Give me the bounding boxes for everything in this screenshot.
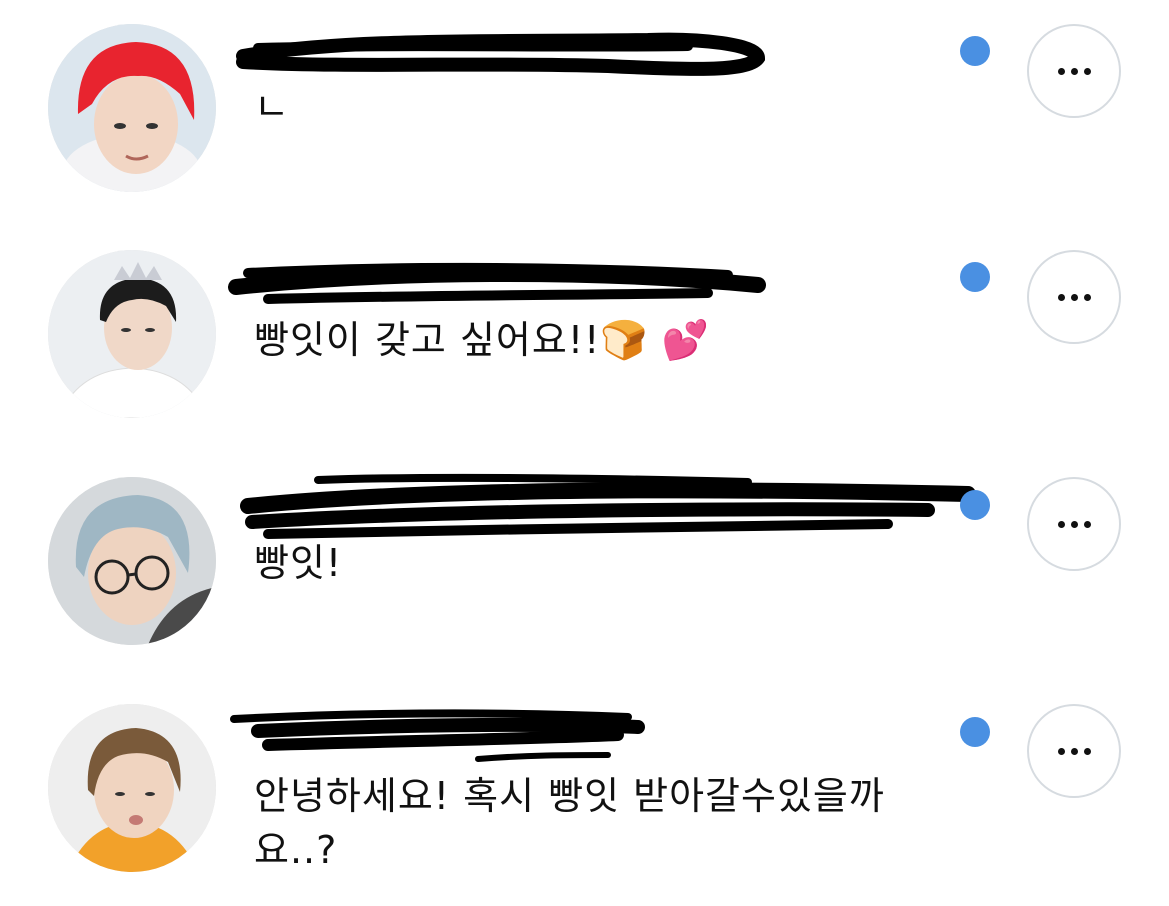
avatar-image (48, 24, 216, 192)
message-preview: 안녕하세요! 혹시 빵잇 받아갈수있을까 요..? (254, 774, 885, 872)
avatar-image (48, 704, 216, 872)
redacted-username (228, 18, 768, 78)
redacted-username (228, 705, 658, 765)
message-preview: ㄴ (254, 85, 290, 129)
unread-dot-icon (960, 262, 990, 292)
unread-dot-icon (960, 717, 990, 747)
avatar[interactable] (48, 24, 216, 192)
more-options-button[interactable] (1027, 477, 1121, 571)
avatar[interactable] (48, 477, 216, 645)
avatar[interactable] (48, 250, 216, 418)
more-horizontal-icon (1057, 520, 1091, 528)
message-preview: 빵잇! (254, 541, 343, 585)
thread-name (254, 681, 255, 682)
more-options-button[interactable] (1027, 250, 1121, 344)
unread-dot-icon (960, 490, 990, 520)
thread-name (254, 0, 255, 1)
thread-row[interactable]: 빵잇이 갖고 싶어요!!🍞 💕 (0, 227, 1169, 452)
avatar[interactable] (48, 704, 216, 872)
more-horizontal-icon (1057, 67, 1091, 75)
avatar-image (48, 250, 216, 418)
thread-row[interactable]: ㄴ (0, 0, 1169, 225)
thread-name (254, 454, 255, 455)
more-options-button[interactable] (1027, 704, 1121, 798)
message-preview: 빵잇이 갖고 싶어요!!🍞 💕 (254, 318, 711, 362)
avatar-image (48, 477, 216, 645)
more-horizontal-icon (1057, 293, 1091, 301)
unread-dot-icon (960, 36, 990, 66)
thread-row[interactable]: 안녕하세요! 혹시 빵잇 받아갈수있을까 요..? (0, 681, 1169, 906)
thread-row[interactable]: 빵잇! (0, 454, 1169, 679)
thread-name (254, 227, 255, 228)
redacted-username (228, 243, 788, 313)
more-options-button[interactable] (1027, 24, 1121, 118)
more-horizontal-icon (1057, 747, 1091, 755)
